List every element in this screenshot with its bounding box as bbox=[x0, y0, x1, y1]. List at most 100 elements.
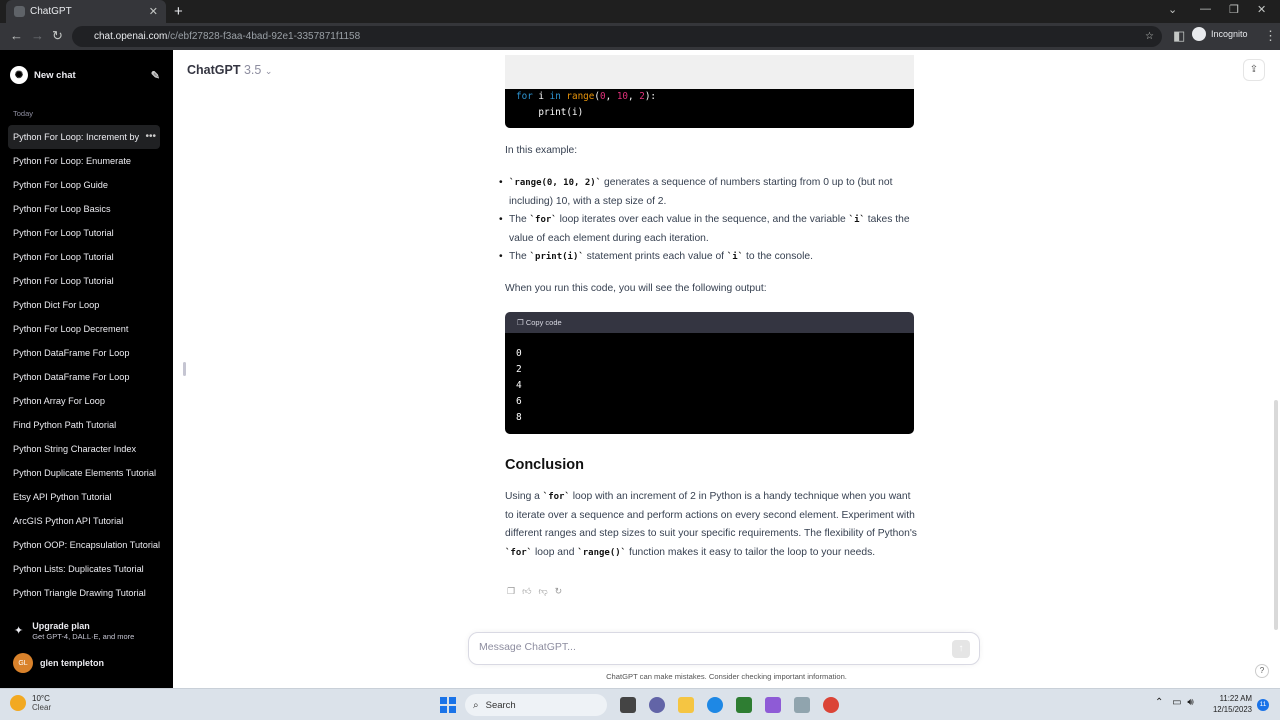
list-item: The `print(i)` statement prints each val… bbox=[499, 248, 919, 267]
code-token: ): bbox=[644, 91, 657, 102]
share-icon: ⇪ bbox=[1249, 64, 1259, 75]
weather-sun-icon bbox=[10, 695, 26, 711]
new-chat-label: New chat bbox=[34, 69, 76, 81]
regenerate-icon[interactable]: ↻ bbox=[555, 586, 563, 597]
chrome-browser-icon[interactable] bbox=[823, 697, 839, 713]
chevron-down-icon: ⌄ bbox=[264, 66, 273, 76]
sidebar-history-item[interactable]: Python For Loop Decrement bbox=[8, 317, 160, 341]
sidebar-history-item[interactable]: ArcGIS Python API Tutorial bbox=[8, 509, 160, 533]
excel-icon[interactable] bbox=[736, 697, 752, 713]
browser-menu-icon[interactable]: ⋮ bbox=[1264, 28, 1277, 44]
bookmark-star-icon[interactable]: ☆ bbox=[1145, 31, 1154, 42]
notification-badge[interactable]: 11 bbox=[1257, 699, 1269, 711]
tab-search-icon[interactable]: ⌄ bbox=[1168, 3, 1177, 16]
incognito-label: Incognito bbox=[1211, 29, 1248, 39]
sidebar-history-item[interactable]: Python For Loop: Increment by ••• bbox=[8, 125, 160, 149]
incognito-indicator[interactable]: Incognito bbox=[1192, 27, 1248, 41]
inline-code: `range()` bbox=[577, 547, 627, 558]
more-options-icon[interactable]: ••• bbox=[145, 125, 156, 149]
sidebar-history-item[interactable]: Python Dict For Loop bbox=[8, 293, 160, 317]
upgrade-plan-button[interactable]: ✦ Upgrade plan Get GPT-4, DALL·E, and mo… bbox=[14, 621, 134, 641]
start-button[interactable] bbox=[440, 697, 456, 713]
sidebar-item-label: Python DataFrame For Loop bbox=[13, 348, 130, 358]
message-input[interactable] bbox=[479, 641, 939, 653]
clock[interactable]: 11:22 AM 12/15/2023 bbox=[1210, 693, 1252, 715]
sidebar-history-item[interactable]: Python For Loop Tutorial bbox=[8, 245, 160, 269]
url-bar[interactable]: chat.openai.com/c/ebf27828-f3aa-4bad-92e… bbox=[72, 26, 1162, 47]
copy-code-button[interactable]: ❐ Copy code bbox=[517, 318, 562, 327]
sidebar-item-label: Python For Loop Tutorial bbox=[13, 276, 114, 286]
output-line: 6 bbox=[516, 396, 522, 407]
user-menu[interactable]: GL glen templeton bbox=[13, 653, 104, 673]
system-tray[interactable]: ⌃ ▭ 🔊︎ bbox=[1155, 697, 1194, 708]
sidebar-history-item[interactable]: Python For Loop Tutorial bbox=[8, 221, 160, 245]
sidebar-history-item[interactable]: Python For Loop Basics bbox=[8, 197, 160, 221]
code-token: 10 bbox=[616, 91, 629, 102]
send-button[interactable]: ↑ bbox=[952, 640, 970, 658]
list-item-text: The bbox=[509, 251, 530, 263]
sidebar-item-label: Python For Loop Decrement bbox=[13, 324, 129, 334]
minimize-icon[interactable]: — bbox=[1200, 3, 1211, 15]
close-window-icon[interactable]: ✕ bbox=[1257, 3, 1266, 16]
copy-icon[interactable]: ❐ bbox=[507, 586, 515, 597]
vpn-app-icon[interactable] bbox=[765, 697, 781, 713]
snipping-tool-icon[interactable] bbox=[794, 697, 810, 713]
close-tab-icon[interactable]: ✕ bbox=[149, 5, 158, 18]
chevron-up-icon[interactable]: ⌃ bbox=[1155, 697, 1163, 708]
forward-icon[interactable]: → bbox=[31, 28, 44, 43]
arrow-up-icon: ↑ bbox=[958, 643, 964, 654]
clipboard-icon: ❐ bbox=[517, 318, 524, 327]
model-version: 3.5 bbox=[243, 63, 262, 77]
sidebar-history-item[interactable]: Python For Loop Guide bbox=[8, 173, 160, 197]
file-explorer-icon[interactable] bbox=[678, 697, 694, 713]
new-tab-icon[interactable]: + bbox=[174, 3, 183, 20]
code-token: i bbox=[532, 91, 550, 102]
thumbs-down-icon[interactable]: 👎︎ bbox=[538, 586, 547, 597]
share-button[interactable]: ⇪ bbox=[1243, 59, 1265, 81]
scrollbar[interactable] bbox=[1274, 400, 1278, 630]
sidebar-history-item[interactable]: Find Python Path Tutorial bbox=[8, 413, 160, 437]
thumbs-up-icon[interactable]: 👍︎ bbox=[522, 586, 531, 597]
weather-widget[interactable]: 10°C Clear bbox=[10, 694, 51, 712]
reload-icon[interactable]: ↻ bbox=[52, 28, 63, 44]
help-button[interactable]: ? bbox=[1255, 664, 1269, 678]
sidebar-history-item[interactable]: Python Triangle Drawing Tutorial bbox=[8, 581, 160, 605]
upgrade-subtitle: Get GPT-4, DALL·E, and more bbox=[32, 632, 135, 641]
sidebar-history-item[interactable]: Python String Character Index bbox=[8, 437, 160, 461]
edge-browser-icon[interactable] bbox=[707, 697, 723, 713]
side-panel-icon[interactable]: ◧ bbox=[1173, 28, 1185, 44]
weather-condition: Clear bbox=[32, 703, 52, 712]
code-line: for i in range(0, 10, 2): bbox=[516, 89, 914, 105]
sidebar-history-item[interactable]: Etsy API Python Tutorial bbox=[8, 485, 160, 509]
url-host: chat.openai.com bbox=[94, 31, 168, 42]
list-item: The `for` loop iterates over each value … bbox=[499, 211, 919, 248]
sidebar-history-item[interactable]: Python DataFrame For Loop bbox=[8, 365, 160, 389]
inline-code: `print(i)` bbox=[529, 252, 584, 263]
sidebar-item-label: ArcGIS Python API Tutorial bbox=[13, 516, 124, 526]
sidebar-history-item[interactable]: Python For Loop Tutorial bbox=[8, 269, 160, 293]
sidebar-history-item[interactable]: Python Array For Loop bbox=[8, 389, 160, 413]
browser-tab[interactable]: ChatGPT ✕ bbox=[6, 0, 166, 23]
sidebar-history-item[interactable]: Python Lists: Duplicates Tutorial bbox=[8, 557, 160, 581]
edit-icon[interactable]: ✎ bbox=[151, 69, 160, 82]
taskbar-search[interactable]: ⌕ Search bbox=[465, 694, 607, 716]
message-composer: ↑ bbox=[468, 632, 980, 665]
network-icon[interactable]: ▭ bbox=[1172, 697, 1181, 708]
sidebar-history-item[interactable]: Python OOP: Encapsulation Tutorial bbox=[8, 533, 160, 557]
disclaimer-text: ChatGPT can make mistakes. Consider chec… bbox=[606, 672, 847, 681]
paragraph-text: loop and bbox=[532, 546, 578, 558]
volume-icon[interactable]: 🔊︎ bbox=[1187, 697, 1193, 708]
sidebar-history-item[interactable]: Python For Loop: Enumerate bbox=[8, 149, 160, 173]
sparkle-icon: ✦ bbox=[14, 625, 24, 637]
sidebar-history-item[interactable]: Python DataFrame For Loop bbox=[8, 341, 160, 365]
sidebar-history-item[interactable]: Python Duplicate Elements Tutorial bbox=[8, 461, 160, 485]
new-chat-button[interactable]: ✺ New chat ✎ bbox=[10, 64, 160, 86]
back-icon[interactable]: ← bbox=[10, 28, 23, 43]
sidebar-collapse-handle[interactable] bbox=[183, 362, 186, 376]
inline-code: `range(0, 10, 2)` bbox=[509, 178, 602, 188]
chat-app-icon[interactable] bbox=[649, 697, 665, 713]
code-token: range bbox=[560, 91, 595, 102]
model-selector[interactable]: ChatGPT 3.5 ⌄ bbox=[187, 63, 272, 77]
task-view-icon[interactable] bbox=[620, 697, 636, 713]
maximize-icon[interactable]: ❐ bbox=[1229, 3, 1239, 16]
